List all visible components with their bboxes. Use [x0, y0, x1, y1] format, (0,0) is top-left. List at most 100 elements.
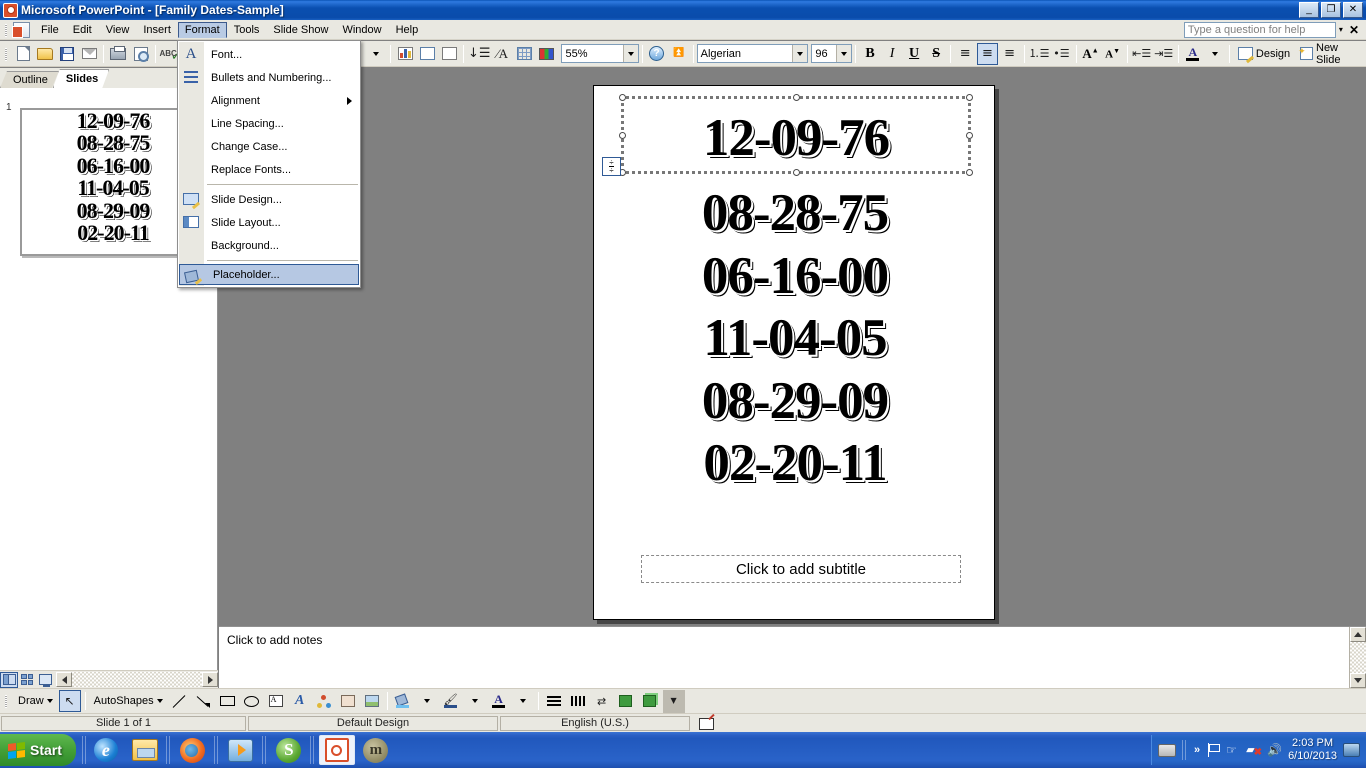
email-button[interactable] [79, 43, 99, 65]
toolbar-overflow-button[interactable] [366, 43, 386, 65]
select-objects-button[interactable]: ↖ [58, 690, 81, 712]
notes-scroll-up-button[interactable] [1350, 627, 1366, 642]
drawing-toolbar-grip[interactable] [2, 693, 11, 709]
menu-item-font[interactable]: A Font... [178, 43, 360, 66]
clip-art-button[interactable] [337, 690, 359, 712]
slide-canvas[interactable]: 12-09-76 ÷ ÷ 08-28-75 06-16-00 11-04-05 … [593, 85, 995, 620]
print-button[interactable] [108, 43, 128, 65]
three-d-style-button[interactable] [639, 690, 661, 712]
security-flag-icon[interactable] [1206, 743, 1221, 757]
menu-file[interactable]: File [34, 22, 66, 38]
menu-insert[interactable]: Insert [136, 22, 178, 38]
normal-view-button[interactable] [0, 671, 18, 688]
toolbar-more-1[interactable]: ⏫ [669, 43, 689, 65]
font-color-dropdown-icon[interactable] [1205, 43, 1225, 65]
decrease-indent-button[interactable]: ⇤☰ [1132, 43, 1152, 65]
resize-handle-n[interactable] [793, 94, 800, 101]
align-center-button[interactable]: ≡ [977, 42, 998, 65]
resize-handle-nw[interactable] [619, 94, 626, 101]
close-document-button[interactable]: ✕ [1346, 23, 1362, 37]
menu-item-replace-fonts[interactable]: Replace Fonts... [178, 158, 360, 181]
notes-pane[interactable]: Click to add notes [219, 626, 1366, 688]
pane-horizontal-scrollbar[interactable] [56, 670, 218, 688]
menu-view[interactable]: View [99, 22, 137, 38]
scroll-right-button[interactable] [202, 672, 218, 687]
fill-color-button[interactable] [392, 690, 414, 712]
show-hidden-icons-chevron[interactable]: » [1194, 744, 1200, 756]
volume-icon[interactable]: 🔊 [1267, 743, 1282, 757]
shadow-style-button[interactable] [615, 690, 637, 712]
underline-button[interactable]: U [904, 43, 924, 65]
zoom-combo[interactable]: 55% [561, 44, 639, 63]
moodle-button[interactable]: m [358, 735, 394, 765]
picture-button[interactable] [361, 690, 383, 712]
notes-scrollbar[interactable] [1349, 627, 1366, 688]
menu-format[interactable]: Format [177, 21, 227, 38]
start-button[interactable]: Start [0, 734, 76, 766]
wordart-button[interactable]: A [289, 690, 311, 712]
design-button[interactable]: Design [1233, 45, 1295, 62]
menu-item-bullets-and-numbering[interactable]: Bullets and Numbering... [178, 66, 360, 89]
scroll-left-button[interactable] [56, 672, 72, 687]
menu-item-line-spacing[interactable]: Line Spacing... [178, 112, 360, 135]
fill-color-dropdown-icon[interactable] [416, 690, 438, 712]
menu-item-background[interactable]: Background... [178, 234, 360, 257]
line-style-button[interactable] [543, 690, 565, 712]
menu-item-placeholder[interactable]: Placeholder... [179, 264, 359, 285]
font-size-dropdown-icon[interactable] [835, 45, 851, 62]
font-size-combo[interactable]: 96 [811, 44, 852, 63]
menu-item-alignment[interactable]: Alignment [178, 89, 360, 112]
menu-edit[interactable]: Edit [66, 22, 99, 38]
menu-grip[interactable] [2, 22, 11, 38]
tab-slides[interactable]: Slides [53, 69, 109, 88]
arrow-button[interactable] [193, 690, 215, 712]
insert-chart-button[interactable] [395, 43, 415, 65]
increase-font-size-button[interactable]: A▲ [1081, 43, 1101, 65]
table-edit-button[interactable] [439, 43, 459, 65]
new-slide-button[interactable]: New Slide [1295, 40, 1366, 68]
resize-handle-ne[interactable] [966, 94, 973, 101]
rectangle-button[interactable] [217, 690, 239, 712]
resize-handle-se[interactable] [966, 169, 973, 176]
restore-button[interactable]: ❐ [1321, 2, 1341, 18]
shadow-button[interactable]: S [926, 43, 946, 65]
open-button[interactable] [35, 43, 55, 65]
bold-button[interactable]: B [860, 43, 880, 65]
menu-slide-show[interactable]: Slide Show [266, 22, 335, 38]
keyboard-icon[interactable] [1157, 743, 1176, 757]
windows-explorer-button[interactable] [127, 735, 163, 765]
minimize-button[interactable]: _ [1299, 2, 1319, 18]
new-button[interactable] [13, 43, 33, 65]
resize-handle-e[interactable] [966, 132, 973, 139]
network-disconnected-icon[interactable]: ▰ ✖ [1246, 743, 1262, 758]
italic-button[interactable]: I [882, 43, 902, 65]
autoshapes-menu-button[interactable]: AutoShapes [89, 693, 168, 709]
line-color-dropdown-icon[interactable] [464, 690, 486, 712]
font-color-dropdown-icon-draw[interactable] [512, 690, 534, 712]
menu-item-slide-design[interactable]: Slide Design... [178, 188, 360, 211]
menu-window[interactable]: Window [335, 22, 388, 38]
media-player-button[interactable] [223, 735, 259, 765]
zoom-dropdown-icon[interactable] [622, 45, 638, 62]
autofit-options-button[interactable]: ÷ ÷ [602, 157, 621, 176]
slide-show-button[interactable] [36, 672, 54, 688]
menu-item-change-case[interactable]: Change Case... [178, 135, 360, 158]
close-button[interactable]: ✕ [1343, 2, 1363, 18]
bullets-button[interactable]: •☰ [1051, 43, 1071, 65]
tab-outline[interactable]: Outline [0, 71, 59, 88]
dash-style-button[interactable] [567, 690, 589, 712]
arrow-style-button[interactable]: ⇄ [591, 690, 613, 712]
title-placeholder[interactable]: 12-09-76 ÷ ÷ [602, 94, 973, 176]
insert-table-button[interactable] [417, 43, 437, 65]
subtitle-placeholder[interactable]: Click to add subtitle [641, 555, 961, 583]
draw-menu-button[interactable]: Draw [13, 693, 58, 709]
font-name-dropdown-icon[interactable] [792, 45, 808, 62]
oval-button[interactable] [241, 690, 263, 712]
skype-button[interactable]: S [271, 735, 307, 765]
font-name-combo[interactable]: Algerian [696, 44, 809, 63]
print-preview-button[interactable] [131, 43, 151, 65]
standard-toolbar-grip[interactable] [2, 46, 10, 62]
font-color-button-draw[interactable]: A [488, 690, 510, 712]
text-box-button[interactable] [265, 690, 287, 712]
numbering-button[interactable]: ⒈☰ [1029, 43, 1050, 65]
